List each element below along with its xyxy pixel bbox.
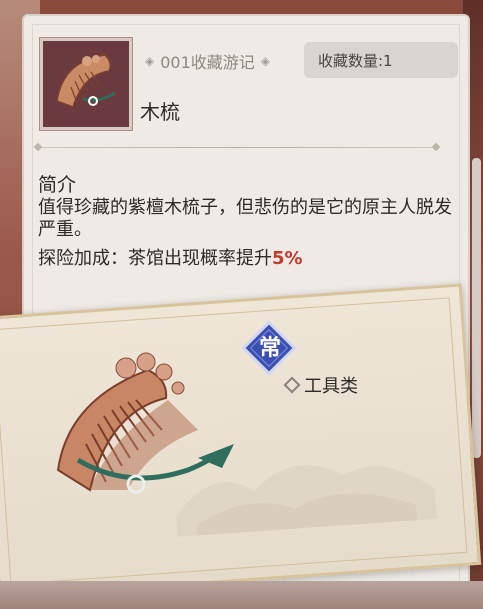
bottom-background xyxy=(0,581,483,609)
ornament-left-icon: ◈ xyxy=(145,54,155,68)
wooden-comb-illustration-icon xyxy=(56,352,234,494)
bonus-value: 5% xyxy=(272,248,303,269)
description-heading: 简介 xyxy=(38,174,77,196)
collection-count-label: 收藏数量:1 xyxy=(318,51,393,70)
collection-number-label: 001收藏游记 xyxy=(160,53,255,72)
rarity-badge-label: 常 xyxy=(258,336,282,361)
diamond-bullet-icon xyxy=(283,376,301,394)
wooden-comb-icon xyxy=(56,54,116,108)
item-thumbnail xyxy=(39,37,133,131)
item-name: 木梳 xyxy=(140,100,180,124)
collection-number-title: ◈ 001收藏游记 ◈ xyxy=(145,49,270,73)
ornament-right-icon: ◈ xyxy=(260,54,271,68)
scrollbar-track[interactable] xyxy=(472,158,481,458)
bonus-prefix: 探险加成：茶馆出现概率提升 xyxy=(38,248,272,269)
exploration-bonus: 探险加成：茶馆出现概率提升5% xyxy=(38,244,303,270)
collection-count-badge: 收藏数量:1 xyxy=(304,42,458,78)
description-text: 值得珍藏的紫檀木梳子，但悲伤的是它的原主人脱发严重。 xyxy=(38,197,452,240)
item-category: 工具类 xyxy=(283,372,358,398)
item-category-label: 工具类 xyxy=(304,376,358,397)
section-divider xyxy=(33,142,441,152)
